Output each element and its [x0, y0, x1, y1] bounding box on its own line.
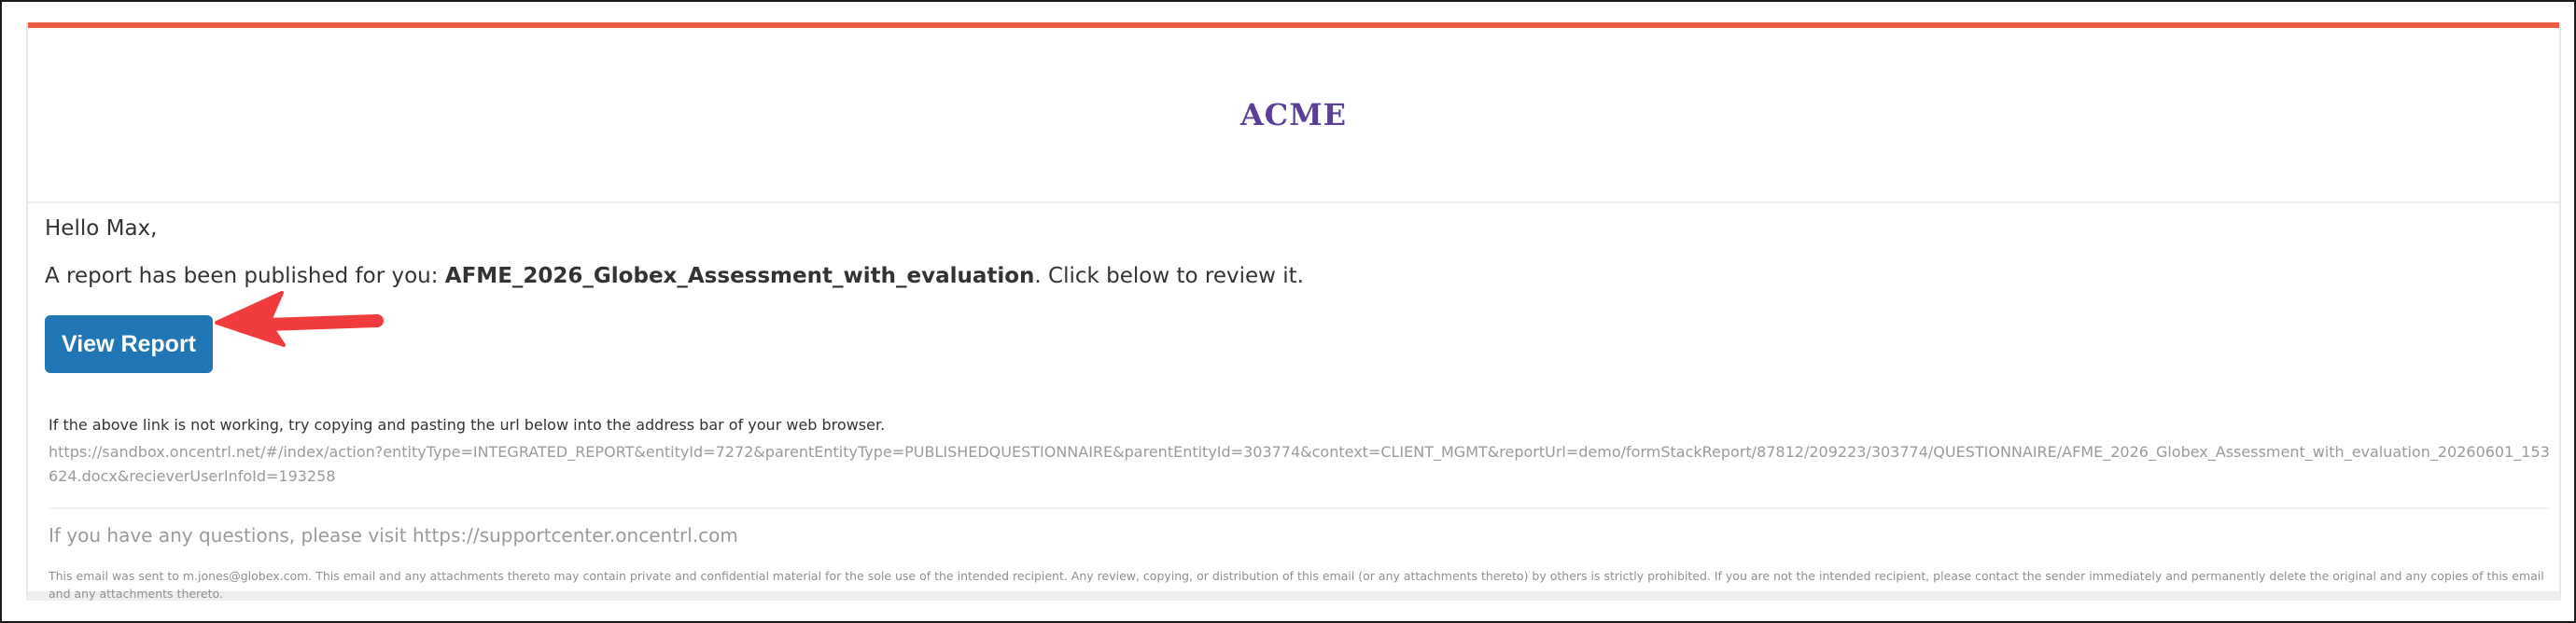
- disclaimer: This email was sent to m.jones@globex.co…: [49, 569, 2544, 601]
- report-url-link[interactable]: https://sandbox.oncentrl.net/#/index/act…: [49, 440, 2550, 489]
- report-message: A report has been published for you: AFM…: [45, 264, 1304, 288]
- view-report-button[interactable]: View Report: [45, 315, 213, 373]
- email-header: ACME: [28, 28, 2559, 203]
- link-hint: If the above link is not working, try co…: [49, 416, 886, 434]
- acme-logo: ACME: [1239, 97, 1348, 132]
- message-suffix: . Click below to review it.: [1034, 264, 1304, 288]
- greeting: Hello Max,: [45, 216, 158, 241]
- divider: [49, 507, 2550, 509]
- email-card: ACME Hello Max, A report has been publis…: [26, 22, 2561, 601]
- red-arrow-pointing-left-icon: [215, 291, 384, 347]
- message-prefix: A report has been published for you:: [45, 264, 445, 288]
- support-message: If you have any questions, please visit …: [49, 524, 738, 547]
- report-name: AFME_2026_Globex_Assessment_with_evaluat…: [444, 264, 1035, 288]
